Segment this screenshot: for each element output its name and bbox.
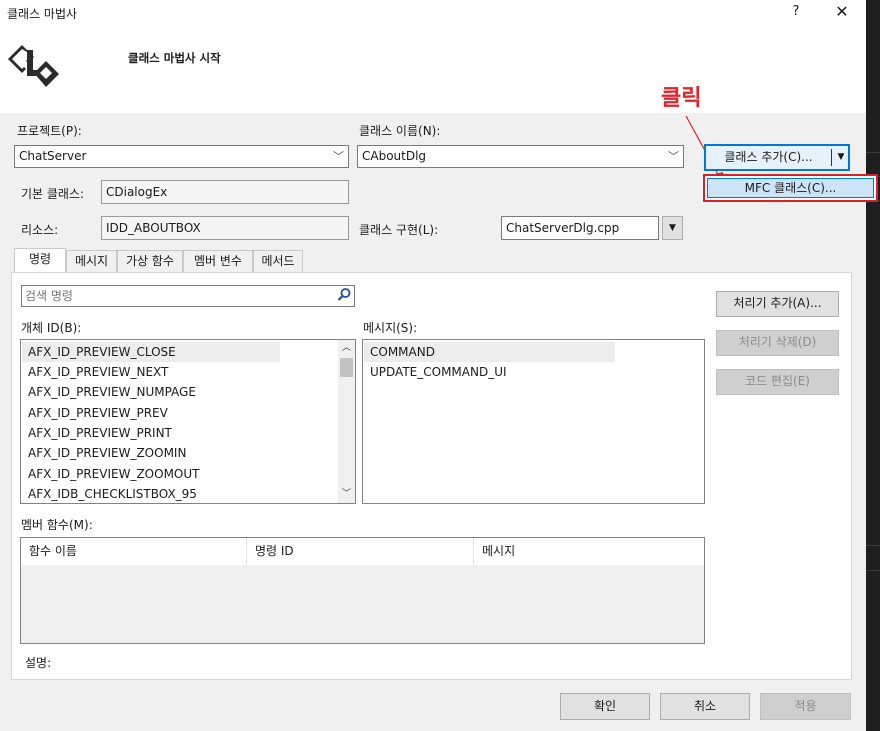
object-id-listbox[interactable]: AFX_ID_PREVIEW_CLOSE AFX_ID_PREVIEW_NEXT… [20,339,356,504]
chevron-down-icon: ﹀ [333,150,344,163]
tab-member-variables[interactable]: 멤버 변수 [183,250,253,273]
add-handler-button[interactable]: 처리기 추가(A)... [716,291,839,317]
list-item[interactable]: AFX_ID_PREVIEW_CLOSE [28,342,176,362]
list-item[interactable]: AFX_ID_PREVIEW_ZOOMOUT [28,464,200,484]
column-header-command-id[interactable]: 명령 ID [247,538,474,564]
class-name-value: CAboutDlg [362,149,427,163]
list-item[interactable]: AFX_IDB_CHECKLISTBOX_95 [28,484,197,504]
class-impl-field[interactable]: ChatServerDlg.cpp [501,216,659,240]
search-input[interactable] [21,285,355,307]
messages-label: 메시지(S): [363,321,418,335]
description-label: 설명: [25,656,52,670]
ok-button[interactable]: 확인 [560,693,650,720]
list-item[interactable]: UPDATE_COMMAND_UI [370,362,507,382]
split-separator [831,149,832,166]
tab-commands[interactable]: 명령 [14,248,66,274]
base-class-label: 기본 클래스: [21,187,85,201]
list-item[interactable]: AFX_ID_PREVIEW_ZOOMIN [28,443,186,463]
tab-virtual-functions[interactable]: 가상 함수 [117,250,183,273]
scroll-down-icon[interactable]: ﹀ [338,486,355,503]
column-header-function-name[interactable]: 함수 이름 [21,538,247,564]
background-editor-strip [866,0,880,731]
search-icon[interactable] [336,287,352,303]
chevron-down-icon: ▼ [669,223,676,233]
list-item[interactable]: AFX_ID_PREVIEW_NUMPAGE [28,382,196,402]
member-functions-label: 멤버 함수(M): [21,518,93,532]
project-label: 프로젝트(P): [17,124,82,138]
apply-button[interactable]: 적용 [760,693,851,720]
class-wizard-icon [4,34,62,92]
project-value: ChatServer [19,149,87,163]
add-class-dropdown-menu: MFC 클래스(C)... [703,174,878,202]
class-name-combobox[interactable]: CAboutDlg ﹀ [357,145,684,168]
member-functions-empty-area [21,565,704,643]
add-class-split-button[interactable]: 클래스 추가(C)... ▼ [704,144,850,171]
cancel-button[interactable]: 취소 [660,693,750,720]
close-button[interactable]: ✕ [832,2,852,22]
chevron-down-icon[interactable]: ▼ [834,146,848,169]
scroll-up-icon[interactable]: ︿ [338,340,355,357]
messages-listbox[interactable]: COMMAND UPDATE_COMMAND_UI [362,339,705,504]
list-item[interactable]: COMMAND [370,342,435,362]
scroll-thumb[interactable] [340,358,353,377]
help-button[interactable]: ? [786,2,806,22]
resource-label: 리소스: [21,223,59,237]
list-item[interactable]: AFX_ID_PREVIEW_PRINT [28,423,172,443]
class-name-label: 클래스 이름(N): [359,124,441,138]
project-combobox[interactable]: ChatServer ﹀ [14,145,349,168]
add-class-button[interactable]: 클래스 추가(C)... [706,146,831,169]
tab-messages[interactable]: 메시지 [66,250,117,273]
menu-item-mfc-class[interactable]: MFC 클래스(C)... [707,178,874,198]
class-impl-label: 클래스 구현(L): [359,223,439,237]
resource-field: IDD_ABOUTBOX [101,216,349,240]
window-title: 클래스 마법사 [7,7,78,21]
object-id-label: 개체 ID(B): [21,321,82,335]
column-header-message[interactable]: 메시지 [474,538,703,564]
class-impl-dropdown-button[interactable]: ▼ [662,216,683,240]
member-functions-list[interactable]: 함수 이름 명령 ID 메시지 [20,537,705,644]
object-id-scrollbar[interactable]: ︿ ﹀ [338,340,355,503]
wizard-start-heading: 클래스 마법사 시작 [128,51,221,65]
tab-methods[interactable]: 메서드 [253,250,303,273]
edit-code-button[interactable]: 코드 편집(E) [716,369,839,395]
list-item[interactable]: AFX_ID_PREVIEW_PREV [28,403,168,423]
list-item[interactable]: AFX_ID_PREVIEW_NEXT [28,362,168,382]
chevron-down-icon: ﹀ [668,150,679,163]
base-class-field: CDialogEx [101,180,349,204]
delete-handler-button[interactable]: 처리기 삭제(D) [716,330,839,356]
